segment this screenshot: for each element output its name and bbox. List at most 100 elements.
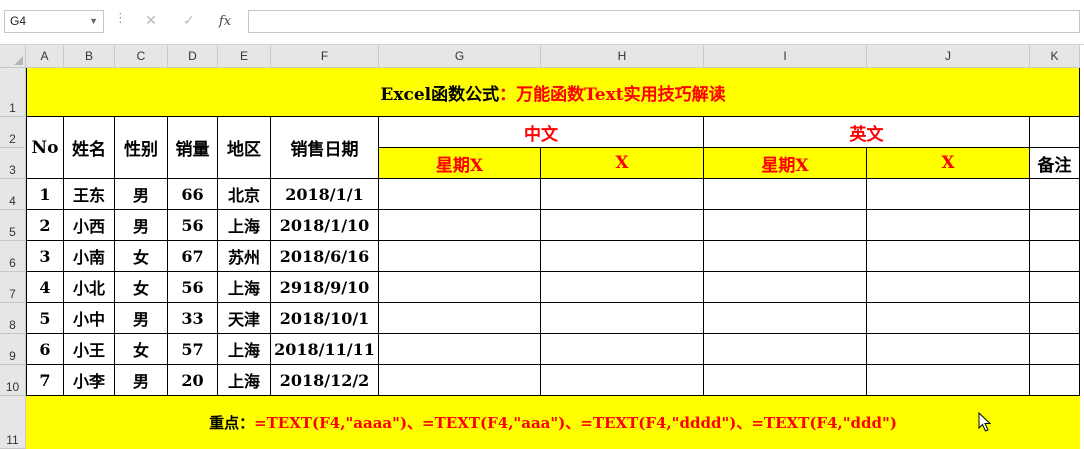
table-cell-empty[interactable]	[541, 272, 704, 303]
table-cell-region[interactable]: 上海	[218, 210, 271, 241]
table-cell-empty[interactable]	[1030, 303, 1080, 334]
table-cell-sales[interactable]: 56	[168, 210, 218, 241]
table-cell-region[interactable]: 上海	[218, 365, 271, 396]
row-header-3[interactable]: 3	[0, 148, 26, 179]
table-cell-empty[interactable]	[379, 210, 541, 241]
header-gender[interactable]: 性别	[115, 117, 168, 179]
table-cell-name[interactable]: 小北	[64, 272, 115, 303]
row-header-8[interactable]: 8	[0, 303, 26, 334]
table-cell-empty[interactable]	[867, 303, 1030, 334]
table-cell-name[interactable]: 小李	[64, 365, 115, 396]
table-cell-gender[interactable]: 男	[115, 303, 168, 334]
table-cell-no[interactable]: 2	[26, 210, 64, 241]
name-box[interactable]: G4 ▼	[4, 10, 104, 33]
chevron-down-icon[interactable]: ▼	[89, 11, 98, 32]
table-cell-empty[interactable]	[379, 303, 541, 334]
row-header-4[interactable]: 4	[0, 179, 26, 210]
row-header-1[interactable]: 1	[0, 68, 26, 117]
table-cell-empty[interactable]	[867, 334, 1030, 365]
table-cell-empty[interactable]	[379, 334, 541, 365]
confirm-icon[interactable]: ✓	[174, 10, 204, 33]
row-header-9[interactable]: 9	[0, 334, 26, 365]
table-cell-empty[interactable]	[541, 241, 704, 272]
column-header-e[interactable]: E	[218, 45, 271, 68]
header-remark[interactable]: 备注	[1030, 148, 1080, 179]
header-english[interactable]: 英文	[704, 117, 1030, 148]
row-header-6[interactable]: 6	[0, 241, 26, 272]
table-cell-empty[interactable]	[1030, 334, 1080, 365]
table-cell-empty[interactable]	[541, 334, 704, 365]
header-chinese[interactable]: 中文	[379, 117, 704, 148]
table-cell-no[interactable]: 6	[26, 334, 64, 365]
table-cell-empty[interactable]	[704, 272, 867, 303]
header-region[interactable]: 地区	[218, 117, 271, 179]
table-cell-empty[interactable]	[541, 303, 704, 334]
table-cell-name[interactable]: 小南	[64, 241, 115, 272]
column-header-a[interactable]: A	[26, 45, 64, 68]
table-cell-date[interactable]: 2018/1/10	[271, 210, 379, 241]
table-cell-region[interactable]: 上海	[218, 272, 271, 303]
column-header-c[interactable]: C	[115, 45, 168, 68]
column-header-i[interactable]: I	[704, 45, 867, 68]
table-cell-empty[interactable]	[541, 179, 704, 210]
header-weekday-cn[interactable]: 星期X	[379, 148, 541, 179]
table-cell-empty[interactable]	[1030, 241, 1080, 272]
row-header-10[interactable]: 10	[0, 365, 26, 396]
table-cell-date[interactable]: 2918/9/10	[271, 272, 379, 303]
row-header-2[interactable]: 2	[0, 117, 26, 148]
table-cell-sales[interactable]: 33	[168, 303, 218, 334]
selected-cell-g4[interactable]	[379, 179, 541, 210]
table-cell-gender[interactable]: 女	[115, 241, 168, 272]
table-cell-sales[interactable]: 20	[168, 365, 218, 396]
cancel-icon[interactable]: ✕	[136, 10, 166, 33]
header-sales[interactable]: 销量	[168, 117, 218, 179]
table-cell-gender[interactable]: 男	[115, 210, 168, 241]
column-header-b[interactable]: B	[64, 45, 115, 68]
table-cell-empty[interactable]	[704, 303, 867, 334]
table-cell-name[interactable]: 王东	[64, 179, 115, 210]
table-cell-name[interactable]: 小中	[64, 303, 115, 334]
title-cell[interactable]: Excel函数公式 ：万能函数Text实用技巧解读	[26, 68, 1080, 117]
header-x-en[interactable]: X	[867, 148, 1030, 179]
table-cell-empty[interactable]	[867, 365, 1030, 396]
column-header-f[interactable]: F	[271, 45, 379, 68]
table-cell-gender[interactable]: 女	[115, 272, 168, 303]
row-header-11[interactable]: 11	[0, 396, 26, 449]
table-cell-date[interactable]: 2018/12/2	[271, 365, 379, 396]
header-name[interactable]: 姓名	[64, 117, 115, 179]
table-cell-date[interactable]: 2018/1/1	[271, 179, 379, 210]
table-cell-date[interactable]: 2018/11/11	[271, 334, 379, 365]
table-cell-sales[interactable]: 66	[168, 179, 218, 210]
table-cell-sales[interactable]: 67	[168, 241, 218, 272]
header-no[interactable]: No	[26, 117, 64, 179]
table-cell-no[interactable]: 7	[26, 365, 64, 396]
header-x-cn[interactable]: X	[541, 148, 704, 179]
table-cell-no[interactable]: 1	[26, 179, 64, 210]
table-cell-date[interactable]: 2018/10/1	[271, 303, 379, 334]
table-cell-empty[interactable]	[704, 179, 867, 210]
table-cell-date[interactable]: 2018/6/16	[271, 241, 379, 272]
table-cell-empty[interactable]	[1030, 365, 1080, 396]
table-cell-empty[interactable]	[704, 365, 867, 396]
table-cell-empty[interactable]	[379, 241, 541, 272]
table-cell-empty[interactable]	[1030, 179, 1080, 210]
table-cell-region[interactable]: 上海	[218, 334, 271, 365]
table-cell-name[interactable]: 小西	[64, 210, 115, 241]
table-cell-empty[interactable]	[541, 365, 704, 396]
column-header-g[interactable]: G	[379, 45, 541, 68]
table-cell-region[interactable]: 天津	[218, 303, 271, 334]
table-cell-empty[interactable]	[867, 179, 1030, 210]
table-cell-region[interactable]: 苏州	[218, 241, 271, 272]
table-cell-no[interactable]: 4	[26, 272, 64, 303]
table-cell-empty[interactable]	[704, 334, 867, 365]
table-cell-gender[interactable]: 男	[115, 179, 168, 210]
note-cell[interactable]: 重点： =TEXT(F4,"aaaa")、=TEXT(F4,"aaa")、=TEX…	[26, 396, 1080, 449]
table-cell-no[interactable]: 5	[26, 303, 64, 334]
table-cell-sales[interactable]: 56	[168, 272, 218, 303]
table-cell-empty[interactable]	[541, 210, 704, 241]
header-k2-empty[interactable]	[1030, 117, 1080, 148]
table-cell-empty[interactable]	[379, 365, 541, 396]
table-cell-empty[interactable]	[867, 241, 1030, 272]
header-date[interactable]: 销售日期	[271, 117, 379, 179]
table-cell-empty[interactable]	[867, 272, 1030, 303]
